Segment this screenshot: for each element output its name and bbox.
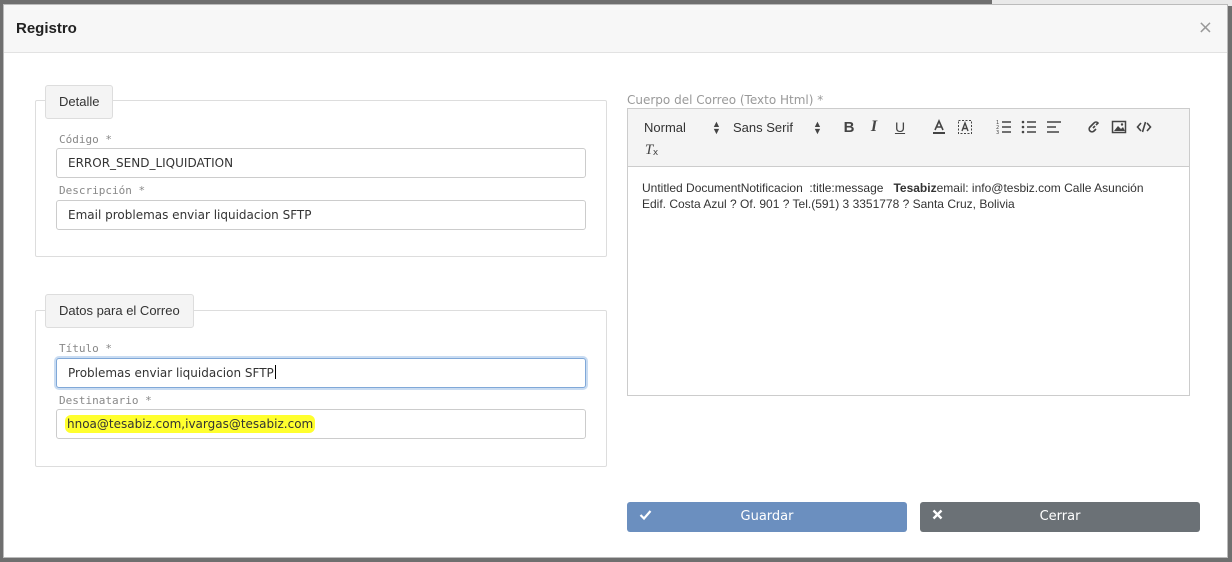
editor-body-text-2: email: info@tesbiz.com Calle Asunción — [936, 181, 1144, 195]
clear-format-icon[interactable]: Tx — [640, 141, 658, 159]
image-icon[interactable] — [1110, 118, 1128, 136]
destinatario-label: Destinatario * — [59, 394, 152, 407]
save-button-label: Guardar — [740, 509, 794, 524]
save-button[interactable]: Guardar — [627, 502, 907, 532]
editor-body-bold: Tesabiz — [893, 181, 937, 195]
close-button-label: Cerrar — [1039, 509, 1081, 524]
codigo-input[interactable]: ERROR_SEND_LIQUIDATION — [56, 148, 586, 178]
html-editor: Normal ▲ ▼ Sans Serif ▲ ▼ B I U 123 T x … — [627, 108, 1190, 396]
correo-legend: Datos para el Correo — [45, 294, 194, 328]
descripcion-input[interactable]: Email problemas enviar liquidacion SFTP — [56, 200, 586, 230]
correo-group — [35, 310, 607, 467]
svg-text:3: 3 — [996, 130, 999, 135]
ordered-list-icon[interactable]: 123 — [995, 118, 1013, 136]
titulo-value: Problemas enviar liquidacion SFTP — [68, 366, 274, 380]
codigo-label: Código * — [59, 133, 112, 146]
editor-label: Cuerpo del Correo (Texto Html) * — [627, 93, 824, 107]
close-icon — [932, 502, 943, 532]
font-select-value: Sans Serif — [733, 120, 793, 135]
editor-body-text-3: Edif. Costa Azul ? Of. 901 ? Tel.(591) 3… — [642, 197, 1015, 211]
check-icon — [639, 502, 652, 532]
modal-close-icon[interactable]: × — [1198, 17, 1213, 38]
bold-icon[interactable]: B — [840, 118, 858, 136]
destinatario-input[interactable]: hnoa@tesabiz.com,ivargas@tesabiz.com — [56, 409, 586, 439]
background-color-icon[interactable] — [956, 118, 974, 136]
size-select-arrow-icon: ▲ ▼ — [712, 119, 721, 136]
editor-content[interactable]: Untitled DocumentNotificacion :title:mes… — [642, 180, 1169, 212]
registro-modal: Registro × Detalle Código * ERROR_SEND_L… — [3, 4, 1228, 558]
descripcion-label: Descripción * — [59, 184, 146, 197]
modal-header: Registro × — [4, 5, 1227, 53]
detalle-legend: Detalle — [45, 85, 114, 119]
destinatario-value: hnoa@tesabiz.com,ivargas@tesabiz.com — [65, 415, 316, 433]
text-caret — [274, 365, 276, 379]
link-icon[interactable] — [1085, 118, 1103, 136]
titulo-label: Título * — [59, 342, 112, 355]
detalle-group — [35, 100, 607, 257]
align-icon[interactable] — [1045, 118, 1063, 136]
modal-title: Registro — [16, 20, 77, 37]
size-select[interactable]: Normal ▲ ▼ — [644, 119, 721, 136]
editor-body-text-1: Untitled DocumentNotificacion :title:mes… — [642, 181, 894, 195]
close-button[interactable]: Cerrar — [920, 502, 1200, 532]
bullet-list-icon[interactable] — [1020, 118, 1038, 136]
editor-toolbar: Normal ▲ ▼ Sans Serif ▲ ▼ B I U 123 T x — [628, 109, 1189, 167]
font-color-icon[interactable] — [930, 118, 948, 136]
size-select-value: Normal — [644, 120, 686, 135]
underline-icon[interactable]: U — [891, 118, 909, 136]
font-select[interactable]: Sans Serif ▲ ▼ — [733, 119, 822, 136]
font-select-arrow-icon: ▲ ▼ — [813, 119, 822, 136]
code-icon[interactable] — [1135, 118, 1153, 136]
titulo-input[interactable]: Problemas enviar liquidacion SFTP — [56, 358, 586, 388]
italic-icon[interactable]: I — [865, 118, 883, 136]
